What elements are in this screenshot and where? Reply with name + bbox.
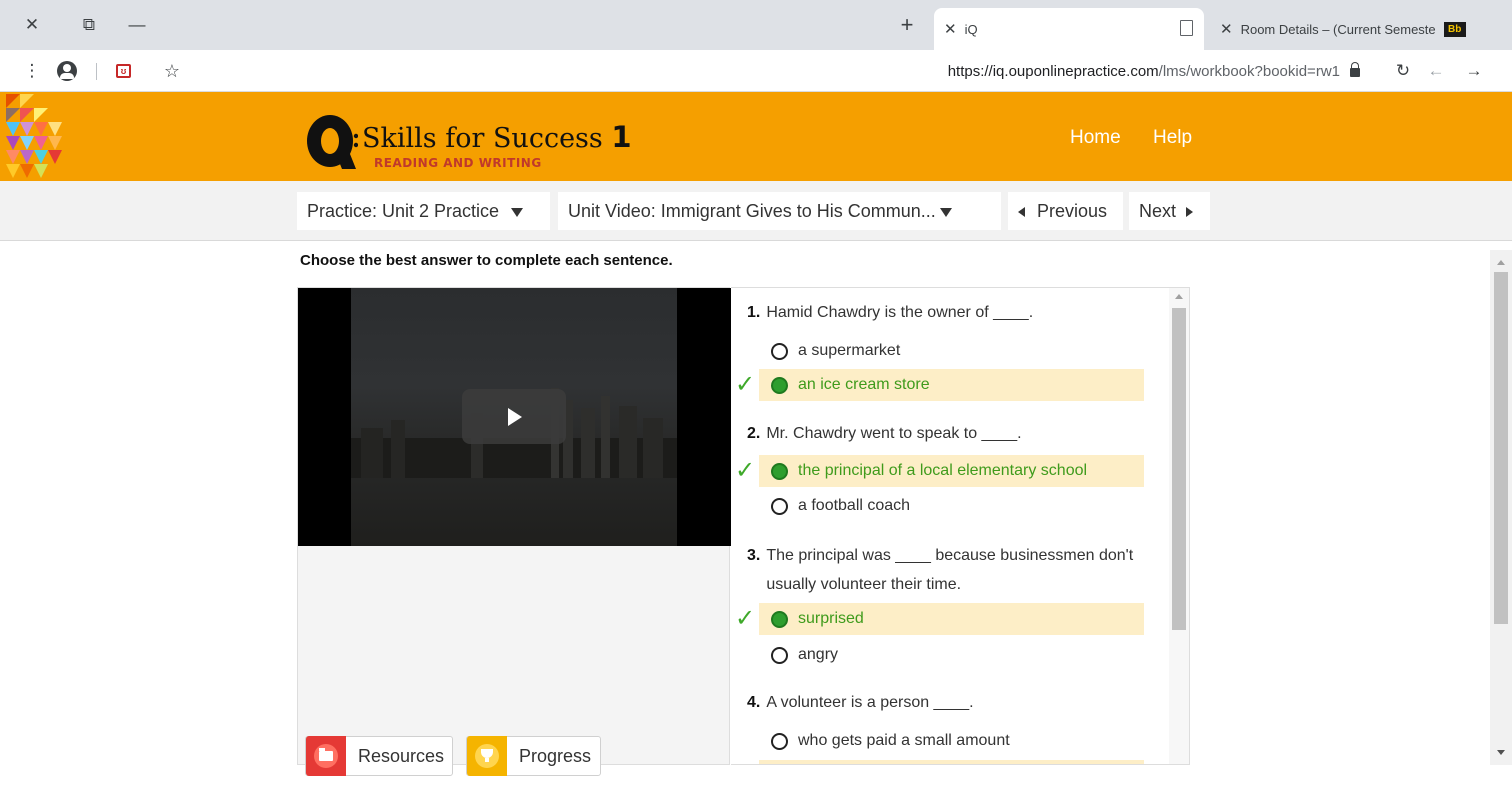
radio-button-selected[interactable] (771, 376, 788, 394)
next-button[interactable]: Next (1129, 192, 1210, 230)
radio-button-selected[interactable] (771, 462, 788, 480)
video-panel (297, 287, 731, 765)
menu-icon[interactable]: ⋮ (19, 58, 45, 84)
url-path: /lms/workbook?bookid=rw1 (1158, 63, 1340, 80)
scrollbar-thumb[interactable] (1494, 272, 1508, 624)
chevron-down-icon (939, 207, 952, 217)
scroll-up-icon[interactable] (1175, 294, 1183, 299)
tab-room-details[interactable]: ✕ Room Details – (Current Semeste Bb (1210, 8, 1512, 50)
checkmark-icon: ✓ (735, 371, 756, 398)
page-scrollbar[interactable] (1490, 250, 1512, 765)
close-window-icon[interactable]: ✕ (19, 12, 45, 38)
radio-button[interactable] (771, 342, 788, 360)
questions-scrollbar[interactable] (1169, 288, 1189, 764)
reload-icon[interactable]: ↻ (1390, 58, 1416, 84)
arrow-left-icon (1018, 207, 1025, 218)
address-bar[interactable]: https://iq.ouponlinepractice.com/lms/wor… (780, 60, 1340, 84)
practice-select[interactable]: Practice: Unit 2 Practice (297, 192, 550, 230)
questions-panel: 1. Hamid Chawdry is the owner of ____. a … (731, 287, 1190, 765)
site-header: Home Help (0, 92, 1512, 181)
new-tab-icon[interactable]: + (894, 12, 920, 38)
scroll-up-icon[interactable] (1497, 260, 1505, 265)
answer-option-correct[interactable]: an ice cream store (759, 369, 1144, 401)
back-icon[interactable]: ← (1423, 58, 1449, 84)
brand-title: Skills for Success 1 (362, 120, 632, 154)
radio-button[interactable] (771, 646, 788, 664)
question-2: 2. Mr. Chawdry went to speak to ____. (747, 425, 1022, 442)
nav-help-link[interactable]: Help (1153, 127, 1192, 149)
url-host: https://iq.ouponlinepractice.com (947, 63, 1159, 80)
page-icon (1180, 20, 1193, 36)
answer-option[interactable]: a football coach (759, 490, 1144, 522)
browser-tab-strip: ✕ ⧉ — + ✕ iQ ✕ Room Details – (Current S… (0, 0, 1512, 50)
nav-home-link[interactable]: Home (1070, 127, 1121, 149)
answer-option[interactable]: a supermarket (759, 335, 1144, 367)
instructions-text: Choose the best answer to complete each … (300, 252, 673, 269)
blackboard-favicon-icon: Bb (1443, 21, 1466, 37)
question-1: 1. Hamid Chawdry is the owner of ____. (747, 304, 1034, 321)
answer-option-correct[interactable]: the principal of a local elementary scho… (759, 455, 1144, 487)
q-logo-icon (307, 115, 358, 169)
radio-button[interactable] (771, 732, 788, 750)
answer-option[interactable]: who gets paid a small amount (759, 725, 1144, 757)
checkmark-icon: ✓ (735, 457, 756, 484)
brand-subtitle: READING AND WRITING (374, 156, 542, 170)
tab-close-icon[interactable]: ✕ (1220, 20, 1233, 38)
video-player[interactable] (298, 288, 731, 546)
restore-window-icon[interactable]: ⧉ (76, 12, 102, 38)
activity-select[interactable]: Unit Video: Immigrant Gives to His Commu… (558, 192, 1001, 230)
answer-option[interactable]: angry (759, 639, 1144, 671)
scroll-down-icon[interactable] (1497, 750, 1505, 755)
oup-mosaic-logo-icon (6, 94, 62, 178)
practice-nav-bar: Practice: Unit 2 Practice Unit Video: Im… (0, 181, 1512, 241)
answer-option-partial (759, 760, 1144, 764)
minimize-window-icon[interactable]: — (124, 12, 150, 38)
toolbar-divider (96, 63, 97, 80)
progress-button[interactable]: Progress (466, 736, 601, 776)
arrow-right-icon (1186, 207, 1194, 218)
extension-icon[interactable]: ʊ (116, 64, 131, 78)
play-button[interactable] (462, 389, 566, 444)
tab-iq[interactable]: ✕ iQ (934, 8, 1204, 50)
question-3: 3. The principal was ____ because busines… (747, 547, 1134, 593)
folder-icon (306, 736, 346, 776)
previous-button[interactable]: Previous (1008, 192, 1123, 230)
tab-title: iQ (964, 21, 978, 37)
checkmark-icon: ✓ (735, 605, 756, 632)
answer-option-correct[interactable]: surprised (759, 603, 1144, 635)
tab-close-icon[interactable]: ✕ (944, 20, 957, 38)
scrollbar-thumb[interactable] (1172, 308, 1186, 630)
tab-title: Room Details – (Current Semeste (1240, 21, 1436, 37)
bookmark-star-icon[interactable]: ☆ (158, 58, 186, 84)
lock-icon[interactable] (1350, 62, 1360, 77)
chevron-down-icon (511, 207, 524, 217)
radio-button-selected[interactable] (771, 610, 788, 628)
account-icon[interactable] (57, 61, 77, 81)
resources-button[interactable]: Resources (305, 736, 453, 776)
radio-button[interactable] (771, 497, 788, 515)
question-4: 4. A volunteer is a person ____. (747, 694, 974, 711)
trophy-icon (467, 736, 507, 776)
forward-icon[interactable]: → (1461, 58, 1487, 84)
browser-toolbar: ⋮ ʊ ☆ https://iq.ouponlinepractice.com/l… (0, 50, 1512, 92)
